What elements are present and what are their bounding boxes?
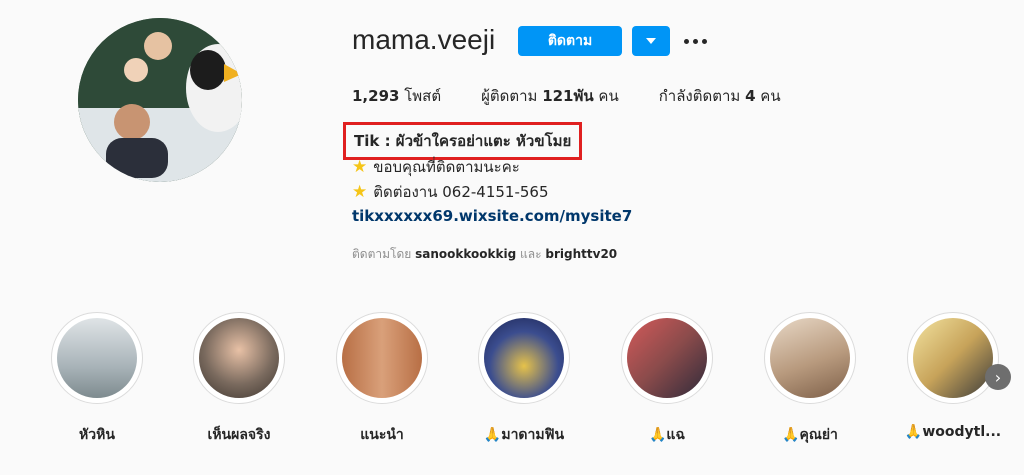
highlight-label: 🙏คุณย่า [782, 427, 838, 443]
highlights-next-button[interactable]: › [985, 364, 1011, 390]
bio-line-thanks: ★ ขอบคุณที่ติดตามนะคะ [352, 155, 520, 179]
followed-by-prefix: ติดตามโดย [352, 247, 412, 261]
following-stat[interactable]: กำลังติดตาม 4 คน [659, 84, 781, 108]
profile-stats: 1,293 โพสต์ ผู้ติดตาม 121พัน คน กำลังติด… [352, 84, 821, 108]
followed-by-conj: และ [520, 247, 542, 261]
posts-stat: 1,293 โพสต์ [352, 84, 441, 108]
highlight-cover [627, 318, 707, 398]
posts-count: 1,293 [352, 87, 400, 105]
more-horizontal-icon [692, 38, 698, 44]
highlight-label: หัวหิน [79, 427, 115, 443]
highlight-label: 🙏แฉ [649, 427, 685, 443]
more-options-button[interactable] [680, 28, 710, 54]
more-horizontal-icon [701, 38, 707, 44]
highlight-item[interactable]: เห็นผลจริง [179, 312, 299, 446]
highlight-ring [621, 312, 713, 404]
followed-by-text: ติดตามโดย sanookkookkig และ brighttv20 [352, 245, 617, 264]
highlight-cover [342, 318, 422, 398]
following-label: กำลังติดตาม [658, 87, 741, 105]
bio-website-link[interactable]: tikxxxxxx69.wixsite.com/mysite7 [352, 207, 632, 225]
following-unit: คน [760, 87, 781, 105]
follow-button[interactable]: ติดตาม [518, 26, 622, 56]
followers-label: ผู้ติดตาม [481, 87, 538, 105]
star-icon: ★ [352, 156, 368, 177]
highlight-cover [913, 318, 993, 398]
highlight-label: 🙏มาดามฟิน [483, 427, 565, 443]
star-icon: ★ [352, 181, 368, 202]
highlight-item[interactable]: 🙏แฉ [607, 312, 727, 446]
suggested-dropdown-button[interactable] [632, 26, 670, 56]
highlight-ring [336, 312, 428, 404]
chevron-down-icon [646, 38, 656, 44]
followers-stat[interactable]: ผู้ติดตาม 121พัน คน [481, 84, 619, 108]
followers-count: 121พัน [542, 87, 594, 105]
posts-label: โพสต์ [404, 87, 442, 105]
highlight-label: แนะนำ [360, 427, 404, 443]
highlight-label: 🙏woodytl... [904, 424, 1002, 440]
followed-by-user[interactable]: sanookkookkig [415, 247, 516, 261]
highlight-cover [57, 318, 137, 398]
profile-username: mama.veeji [352, 24, 496, 55]
highlight-item[interactable]: 🙏มาดามฟิน [464, 312, 584, 446]
bio-line-text: ขอบคุณที่ติดตามนะคะ [373, 158, 520, 176]
highlight-cover [199, 318, 279, 398]
highlight-label: เห็นผลจริง [207, 427, 271, 443]
bio-line-text: ติดต่องาน 062-4151-565 [373, 183, 549, 201]
highlight-ring [907, 312, 999, 404]
highlight-cover [770, 318, 850, 398]
highlight-ring [51, 312, 143, 404]
profile-avatar[interactable] [78, 18, 242, 182]
followed-by-user[interactable]: brighttv20 [545, 247, 617, 261]
more-horizontal-icon [683, 38, 689, 44]
highlight-cover [484, 318, 564, 398]
story-highlights: หัวหิน เห็นผลจริง แนะนำ 🙏มาดามฟิน 🙏แฉ 🙏ค… [0, 312, 1024, 452]
followers-unit: คน [598, 87, 619, 105]
highlight-ring [478, 312, 570, 404]
highlight-ring [764, 312, 856, 404]
highlight-item[interactable]: หัวหิน [37, 312, 157, 446]
highlight-item[interactable]: 🙏คุณย่า [750, 312, 870, 446]
bio-line-contact: ★ ติดต่องาน 062-4151-565 [352, 180, 549, 204]
highlight-ring [193, 312, 285, 404]
highlight-item[interactable]: แนะนำ [322, 312, 442, 446]
chevron-right-icon: › [994, 367, 1002, 387]
following-count: 4 [745, 87, 756, 105]
avatar-photo [78, 18, 242, 182]
